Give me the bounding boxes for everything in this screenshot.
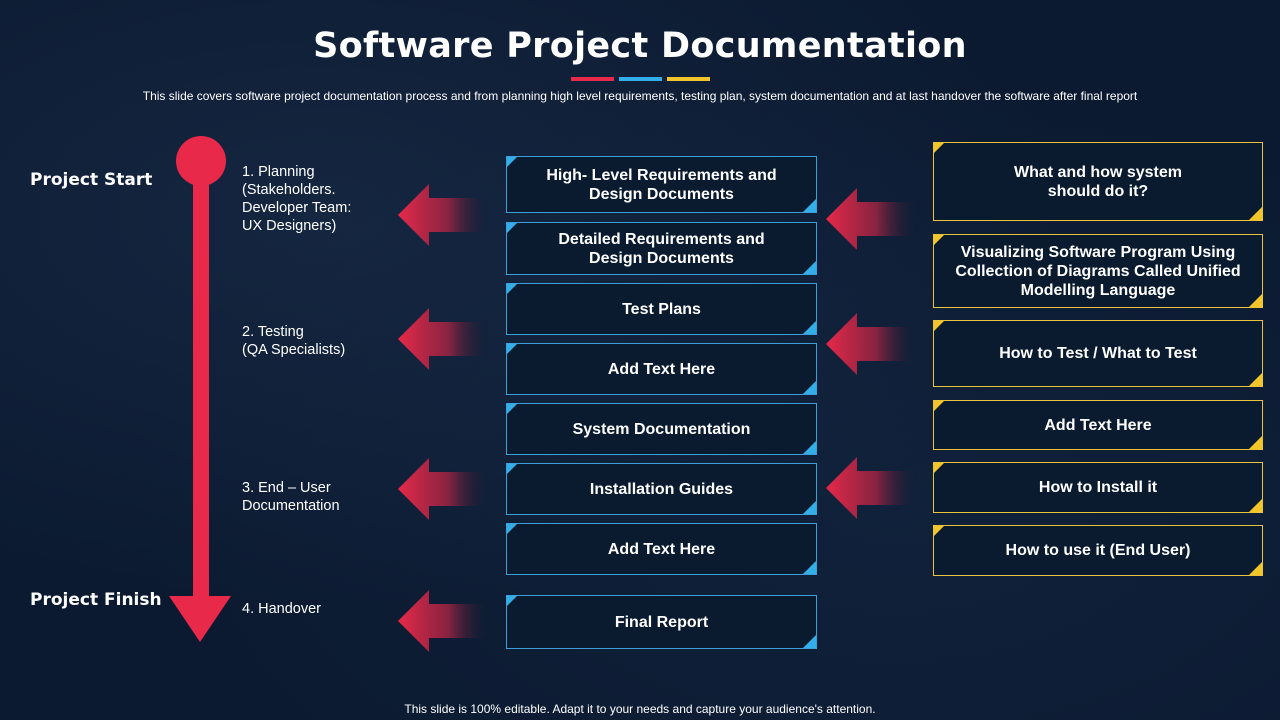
left-arrow-icon [826,313,918,375]
description-box-how-to-use: How to use it (End User) [933,525,1263,576]
left-arrow-icon [826,188,918,250]
corner-accent [934,235,944,245]
timeline-line [193,170,209,600]
corner-accent [934,526,944,536]
corner-accent [507,157,517,167]
document-box-system-documentation: System Documentation [506,403,817,455]
document-box-installation-guides: Installation Guides [506,463,817,515]
corner-accent [1249,373,1262,386]
document-label: Test Plans [622,300,701,318]
description-label: How to Test / What to Test [999,345,1197,362]
corner-accent [803,501,816,514]
title-underline [571,77,710,81]
left-arrow-icon [398,184,490,246]
description-box-what-and-how: What and how system should do it? [933,142,1263,221]
corner-accent [507,284,517,294]
corner-accent [803,381,816,394]
left-arrow-icon [398,590,490,652]
description-label: How to Install it [1038,479,1158,496]
corner-accent [507,464,517,474]
corner-accent [934,401,944,411]
phase-handover: 4. Handover [242,601,321,617]
corner-accent [803,441,816,454]
phase-planning: 1. Planning (Stakeholders. Developer Tea… [242,164,352,234]
corner-accent [1249,499,1262,512]
underline-yellow [667,77,710,81]
document-box-final-report: Final Report [506,595,817,649]
description-label: What and how system should do it? [1013,163,1183,200]
project-finish-label: Project Finish [30,590,162,610]
corner-accent [507,223,517,233]
document-box-high-level-requirements: High- Level Requirements and Design Docu… [506,156,817,213]
document-label: System Documentation [572,420,751,438]
corner-accent [803,199,816,212]
document-box-test-plans: Test Plans [506,283,817,335]
document-label: Installation Guides [589,480,734,498]
footer-note: This slide is 100% editable. Adapt it to… [404,702,876,716]
description-box-uml: Visualizing Software Program Using Colle… [933,234,1263,308]
corner-accent [934,463,944,473]
document-label: High- Level Requirements and Design Docu… [546,166,777,203]
description-box-how-to-install: How to Install it [933,462,1263,513]
description-box-placeholder: Add Text Here [933,400,1263,450]
corner-accent [803,635,816,648]
left-arrow-icon [398,458,490,520]
corner-accent [1249,436,1262,449]
document-box-placeholder: Add Text Here [506,523,817,575]
document-box-placeholder: Add Text Here [506,343,817,395]
corner-accent [1249,207,1262,220]
corner-accent [934,143,944,153]
document-box-detailed-requirements: Detailed Requirements and Design Documen… [506,222,817,275]
document-label: Add Text Here [607,360,716,378]
project-start-label: Project Start [30,170,153,190]
document-label: Detailed Requirements and Design Documen… [558,230,765,267]
corner-accent [507,404,517,414]
description-box-how-to-test: How to Test / What to Test [933,320,1263,387]
description-label: Visualizing Software Program Using Colle… [955,243,1241,299]
timeline-start-dot [176,136,226,186]
corner-accent [507,524,517,534]
corner-accent [507,596,517,606]
phase-end-user-documentation: 3. End – User Documentation [242,480,340,514]
corner-accent [803,561,816,574]
corner-accent [803,261,816,274]
left-arrow-icon [826,457,918,519]
document-label: Final Report [614,613,709,631]
page-title: Software Project Documentation [313,26,967,66]
timeline-arrowhead-icon [169,596,231,642]
corner-accent [803,321,816,334]
corner-accent [934,321,944,331]
document-label: Add Text Here [607,540,716,558]
description-label: Add Text Here [1044,416,1152,434]
description-label: How to use it (End User) [1005,542,1191,559]
subtitle: This slide covers software project docum… [142,89,1138,103]
corner-accent [507,344,517,354]
left-arrow-icon [398,308,490,370]
underline-blue [619,77,662,81]
underline-red [571,77,614,81]
corner-accent [1249,562,1262,575]
phase-testing: 2. Testing (QA Specialists) [242,324,346,358]
corner-accent [1249,294,1262,307]
